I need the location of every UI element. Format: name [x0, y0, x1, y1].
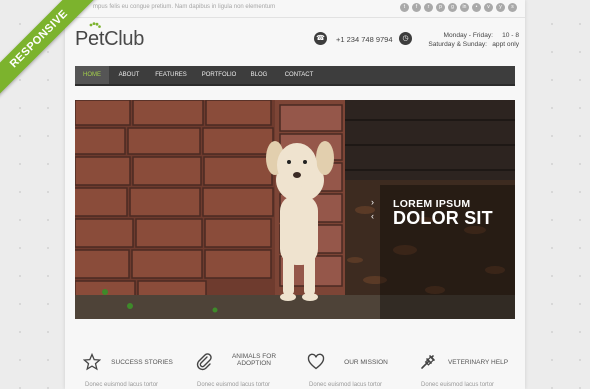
nav-contact[interactable]: CONTACT: [279, 66, 319, 84]
nav-blog[interactable]: BLOG: [243, 66, 275, 84]
logo-pet: Pet: [75, 28, 105, 50]
vet-icon: [421, 355, 435, 369]
youtube-icon[interactable]: y: [496, 3, 505, 12]
star-icon: [83, 353, 101, 371]
feature-text: Donec euismod lacus tortor: [309, 382, 383, 388]
twitter-icon[interactable]: t: [400, 3, 409, 12]
feature-our-mission[interactable]: OUR MISSION Donec euismod lacus tortor: [299, 345, 409, 389]
feature-row: SUCCESS STORIES Donec euismod lacus tort…: [75, 345, 515, 389]
slider-caption-line2: DOLOR SIT: [393, 208, 493, 228]
hours-days-weekend: Saturday & Sunday:: [428, 41, 487, 48]
phone-number: +1 234 748 9794: [336, 35, 393, 44]
nav-features[interactable]: FEATURES: [151, 66, 191, 84]
slider-prev-arrow[interactable]: ‹: [371, 211, 374, 221]
feature-text: Donec euismod lacus tortor: [197, 382, 271, 388]
nav-portfolio[interactable]: PORTFOLIO: [197, 66, 241, 84]
nav-about[interactable]: ABOUT: [111, 66, 147, 84]
site-logo[interactable]: PetClub: [75, 28, 144, 51]
clock-icon: ◷: [399, 32, 412, 45]
pinterest-icon[interactable]: p: [436, 3, 445, 12]
nav-home[interactable]: HOME: [75, 66, 109, 84]
hours-time-weekend: appt only: [492, 41, 519, 48]
hours-time-weekday: 10 - 8: [502, 32, 519, 39]
logo-club: Club: [104, 28, 145, 50]
vimeo-icon[interactable]: v: [484, 3, 493, 12]
googleplus-icon[interactable]: g: [448, 3, 457, 12]
feature-label: OUR MISSION: [344, 359, 388, 366]
feature-text: Donec euismod lacus tortor: [421, 382, 495, 388]
hero-slider[interactable]: › ‹ LOREM IPSUM DOLOR SIT: [75, 100, 515, 319]
feature-veterinary-help[interactable]: VETERINARY HELP Donec euismod lacus tort…: [411, 345, 521, 389]
rss-icon[interactable]: r: [424, 3, 433, 12]
site-page: mpus felis eu congue pretium. Nam dapibu…: [65, 0, 525, 389]
heart-icon: [307, 353, 325, 370]
feature-label: SUCCESS STORIES: [111, 359, 173, 366]
top-bar: mpus felis eu congue pretium. Nam dapibu…: [65, 0, 525, 18]
feature-success-stories[interactable]: SUCCESS STORIES Donec euismod lacus tort…: [75, 345, 185, 389]
main-nav: HOME ABOUT FEATURES PORTFOLIO BLOG CONTA…: [75, 66, 515, 86]
flickr-icon[interactable]: •: [472, 3, 481, 12]
hours-days-weekday: Monday - Friday:: [443, 32, 493, 39]
paperclip-icon: [196, 353, 212, 371]
linkedin-icon[interactable]: in: [460, 3, 469, 12]
tagline: mpus felis eu congue pretium. Nam dapibu…: [93, 4, 276, 10]
feature-label: VETERINARY HELP: [447, 359, 509, 366]
facebook-icon[interactable]: f: [412, 3, 421, 12]
feature-label: ANIMALS FOR ADOPTION: [231, 353, 277, 367]
social-icons: t f r p g in • v y s: [400, 3, 517, 12]
feature-animals-adoption[interactable]: ANIMALS FOR ADOPTION Donec euismod lacus…: [187, 345, 297, 389]
feature-text: Donec euismod lacus tortor: [85, 382, 159, 388]
skype-icon[interactable]: s: [508, 3, 517, 12]
phone-icon: ☎: [314, 32, 327, 45]
slider-next-arrow[interactable]: ›: [371, 197, 374, 207]
opening-hours: Monday - Friday: 10 - 8 Saturday & Sunda…: [415, 31, 519, 49]
